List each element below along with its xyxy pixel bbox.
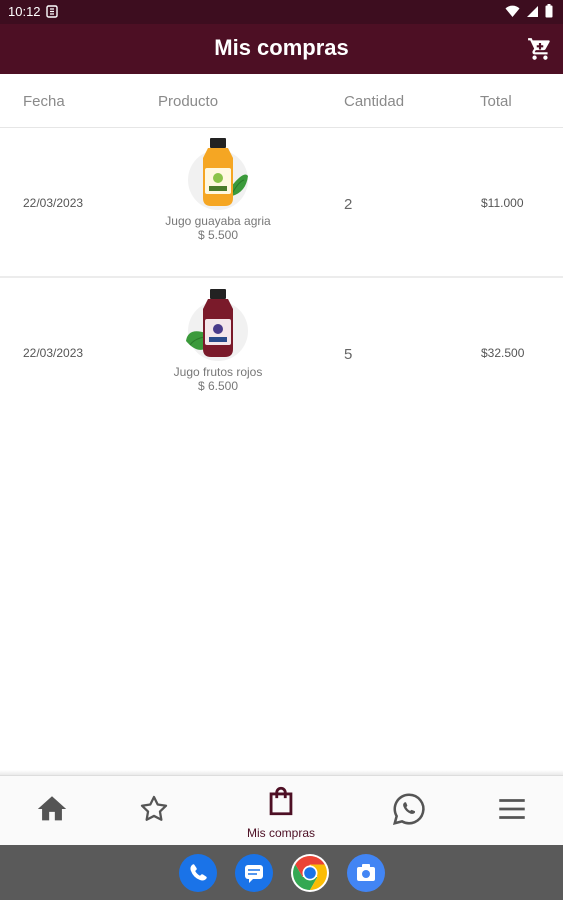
header-fecha: Fecha [23, 93, 65, 110]
phone-icon [190, 864, 207, 881]
product-cell: Jugo guayaba agria $ 5.500 [145, 136, 291, 242]
chrome-app[interactable] [291, 854, 329, 892]
star-icon [140, 795, 168, 821]
bottom-nav: Mis compras [0, 775, 563, 845]
sim-icon [46, 5, 58, 18]
page-title: Mis compras [214, 35, 349, 60]
chrome-icon [293, 856, 327, 890]
status-time: 10:12 [8, 4, 41, 19]
signal-icon [527, 5, 538, 17]
nav-favorites[interactable] [114, 776, 194, 846]
whatsapp-icon [392, 793, 425, 826]
battery-icon [545, 4, 553, 18]
table-row[interactable]: 22/03/2023 Jugo frutos rojos $ 6.500 5 $… [0, 279, 563, 429]
messages-app[interactable] [235, 854, 273, 892]
nav-label-mis-compras: Mis compras [246, 826, 315, 840]
purchase-total: $32.500 [481, 346, 525, 360]
product-image [188, 138, 248, 210]
system-dock [0, 845, 563, 900]
home-icon [37, 796, 67, 821]
nav-whatsapp[interactable] [369, 776, 449, 846]
header-total: Total [480, 93, 512, 110]
status-bar: 10:12 [0, 0, 563, 24]
header-cantidad: Cantidad [344, 93, 405, 110]
camera-icon [357, 864, 375, 881]
nav-home[interactable] [12, 776, 92, 846]
table-row[interactable]: 22/03/2023 Jugo guayaba agria $ 5.500 2 … [0, 128, 563, 278]
wifi-icon [505, 5, 520, 17]
app-bar: Mis compras [0, 24, 563, 74]
product-name: Jugo guayaba agria [165, 214, 271, 228]
messages-icon [245, 865, 263, 883]
header-producto: Producto [158, 93, 219, 110]
purchase-date: 22/03/2023 [23, 346, 84, 360]
shopping-bag-icon [269, 786, 293, 816]
product-image [186, 289, 248, 361]
menu-icon [499, 799, 525, 819]
status-icons [505, 4, 553, 18]
product-cell: Jugo frutos rojos $ 6.500 [145, 287, 291, 393]
product-price: $ 5.500 [197, 228, 239, 242]
camera-app[interactable] [347, 854, 385, 892]
purchase-quantity: 2 [344, 196, 353, 213]
table-header: Fecha Producto Cantidad Total [0, 74, 563, 128]
purchase-date: 22/03/2023 [23, 196, 84, 210]
cart-icon[interactable] [527, 36, 553, 62]
purchase-quantity: 5 [344, 346, 353, 363]
product-name: Jugo frutos rojos [173, 365, 263, 379]
nav-mis-compras[interactable]: Mis compras [241, 776, 321, 846]
product-price: $ 6.500 [197, 379, 239, 393]
phone-app[interactable] [179, 854, 217, 892]
nav-menu[interactable] [472, 776, 552, 846]
purchase-total: $11.000 [481, 196, 524, 210]
